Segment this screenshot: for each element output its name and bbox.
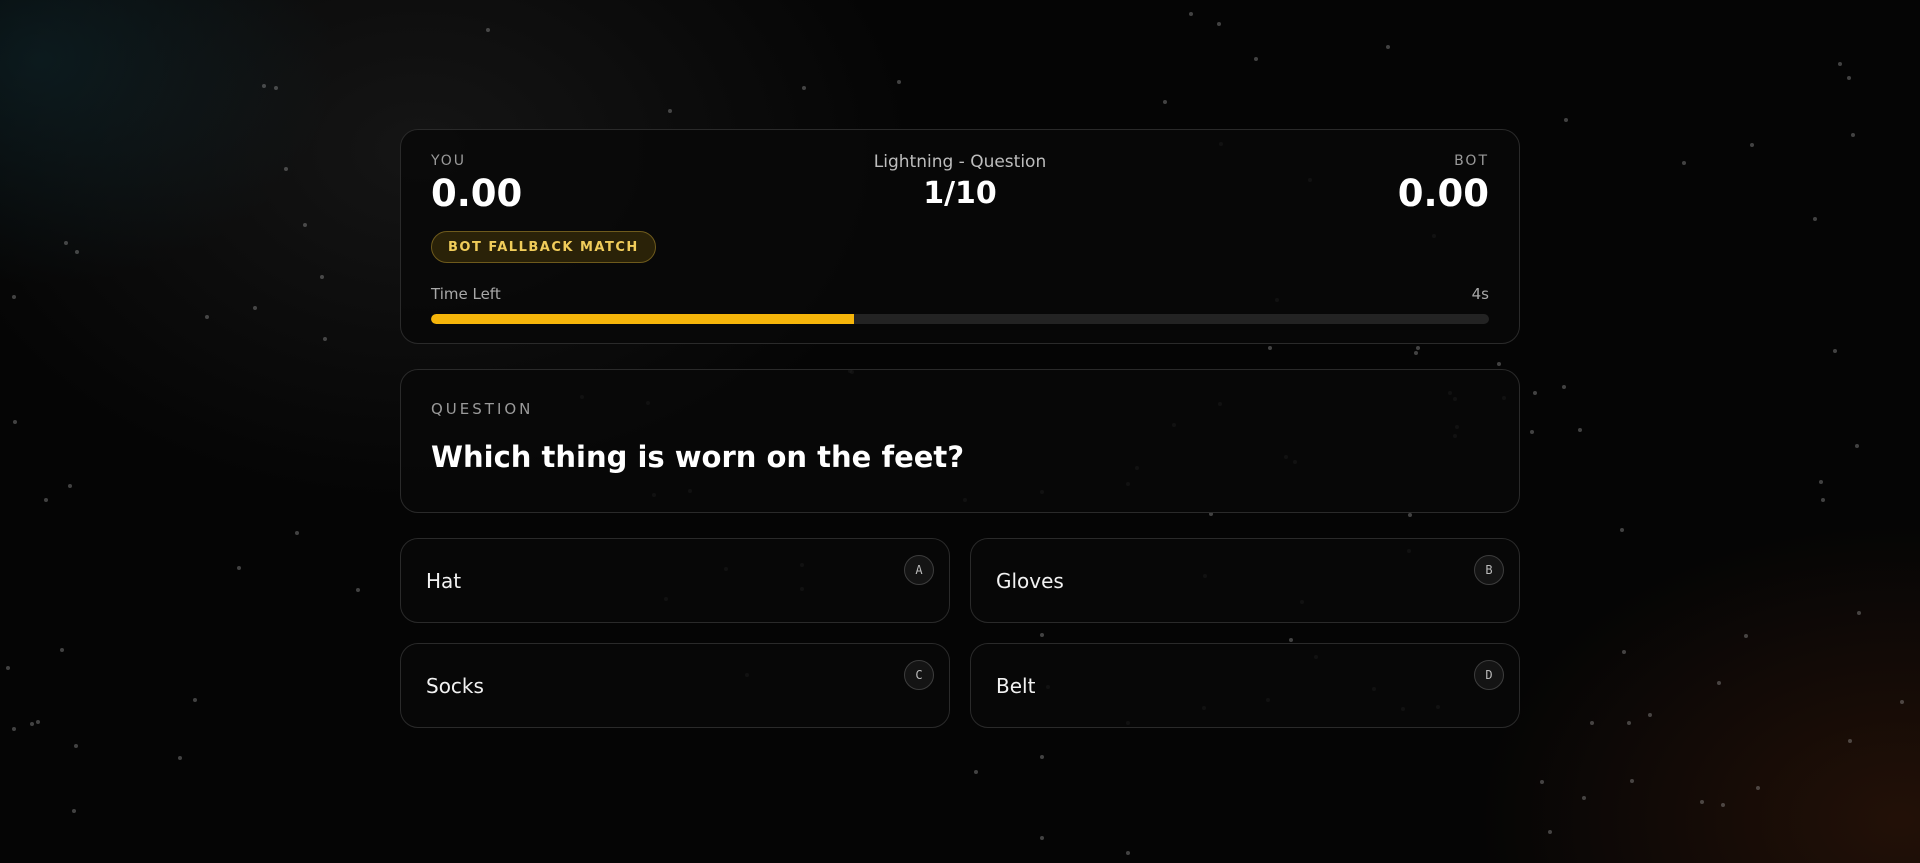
question-text: Which thing is worn on the feet? [431, 440, 965, 474]
answer-key-badge: A [904, 555, 934, 585]
answer-option-a[interactable]: Hat A [400, 538, 950, 623]
answer-key-badge: C [904, 660, 934, 690]
bot-score: 0.00 [1397, 172, 1489, 215]
answer-grid: Hat A Gloves B Socks C Belt D [400, 538, 1520, 728]
answer-text: Belt [996, 674, 1036, 698]
question-card: QUESTION Which thing is worn on the feet… [400, 369, 1520, 513]
bot-label: BOT [1454, 153, 1489, 169]
answer-option-b[interactable]: Gloves B [970, 538, 1520, 623]
answer-key-badge: D [1474, 660, 1504, 690]
answer-option-d[interactable]: Belt D [970, 643, 1520, 728]
answer-text: Gloves [996, 569, 1064, 593]
mode-label: Lightning - Question [873, 152, 1047, 172]
time-left-value: 4s [1471, 285, 1489, 303]
question-counter: 1/10 [923, 176, 997, 211]
answer-option-c[interactable]: Socks C [400, 643, 950, 728]
timer-bar [431, 314, 1489, 324]
bot-fallback-badge: BOT FALLBACK MATCH [431, 231, 656, 263]
game-container: YOU 0.00 Lightning - Question 1/10 BOT 0… [400, 129, 1520, 728]
question-heading: QUESTION [431, 400, 534, 418]
time-left-label: Time Left [431, 285, 501, 303]
answer-text: Socks [426, 674, 484, 698]
answer-text: Hat [426, 569, 462, 593]
scoreboard-card: YOU 0.00 Lightning - Question 1/10 BOT 0… [400, 129, 1520, 344]
answer-key-badge: B [1474, 555, 1504, 585]
timer-bar-fill [431, 314, 855, 324]
